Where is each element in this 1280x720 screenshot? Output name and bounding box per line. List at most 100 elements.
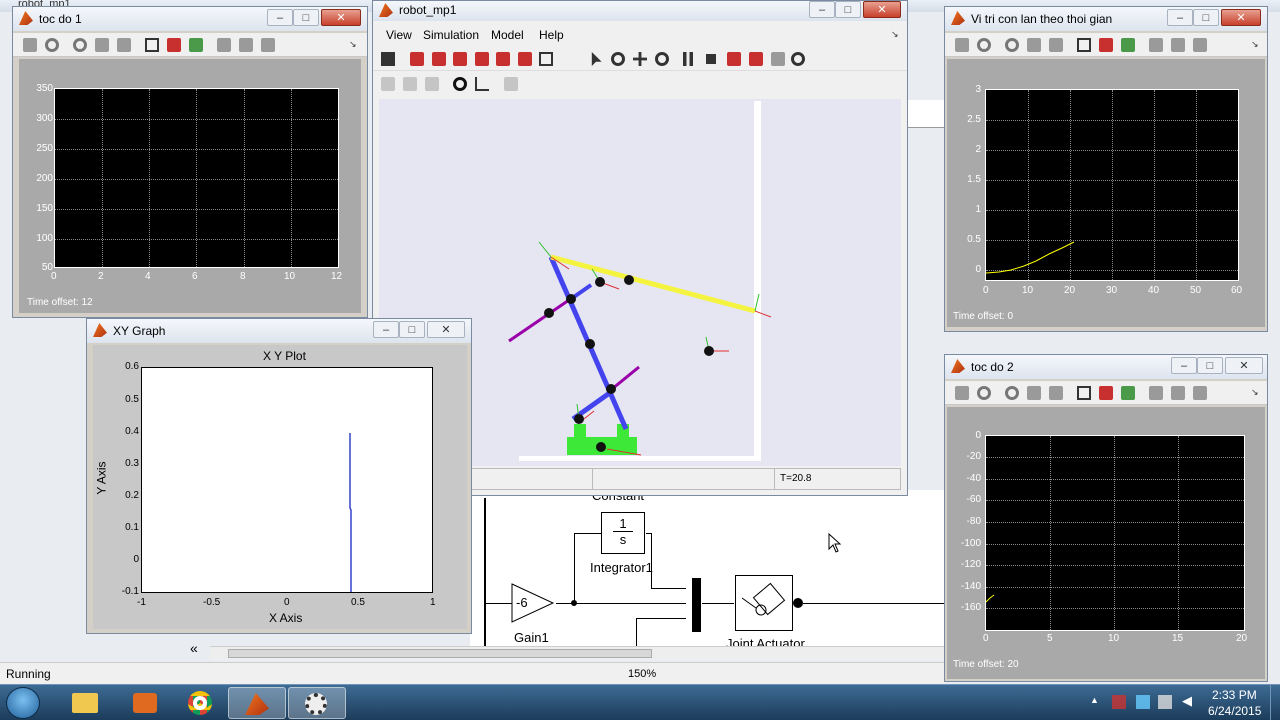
parameters-icon[interactable] xyxy=(45,38,59,52)
camera-icon[interactable] xyxy=(453,77,467,91)
minimize-button[interactable]: – xyxy=(809,1,835,18)
scope3-axes[interactable] xyxy=(985,89,1239,281)
stop-icon[interactable] xyxy=(706,54,716,64)
restore-axes-icon[interactable] xyxy=(1121,386,1135,400)
parameters-icon[interactable] xyxy=(977,38,991,52)
view-top-icon[interactable] xyxy=(496,52,510,66)
zoom-y-icon[interactable] xyxy=(1049,38,1063,52)
scope1-window[interactable]: toc do 1 – □ ✕ ↘ 350 300 250 200 150 100… xyxy=(12,6,368,318)
zoom-y-icon[interactable] xyxy=(117,38,131,52)
scope3-titlebar[interactable]: Vi tri con lan theo thoi gian – □ ✕ xyxy=(945,7,1267,31)
floating-scope-icon[interactable] xyxy=(1149,38,1163,52)
scope2-titlebar[interactable]: toc do 2 – □ ✕ xyxy=(945,355,1267,379)
record-icon[interactable] xyxy=(727,52,741,66)
zoom-x-icon[interactable] xyxy=(1027,38,1041,52)
scroll-bar[interactable] xyxy=(210,646,946,660)
signal-selection-icon[interactable] xyxy=(1193,38,1207,52)
gain-block[interactable]: -6 xyxy=(511,583,555,623)
dock-arrow-icon[interactable]: ↘ xyxy=(1251,39,1259,50)
axes-icon[interactable] xyxy=(475,77,489,91)
maximize-button[interactable]: □ xyxy=(835,1,861,18)
pause-icon[interactable] xyxy=(683,52,693,66)
floating-scope-icon[interactable] xyxy=(217,38,231,52)
print-icon[interactable] xyxy=(955,38,969,52)
pan-icon[interactable] xyxy=(633,52,647,66)
scope1-axes[interactable] xyxy=(54,88,339,268)
taskbar-video-app[interactable] xyxy=(288,687,346,719)
zoom-y-icon[interactable] xyxy=(1049,386,1063,400)
scope3-window[interactable]: Vi tri con lan theo thoi gian – □ ✕ ↘ 3 … xyxy=(944,6,1268,332)
zoom-icon[interactable] xyxy=(655,52,669,66)
minimize-button[interactable]: – xyxy=(373,321,399,338)
taskbar-explorer[interactable] xyxy=(56,687,114,719)
start-button[interactable] xyxy=(6,687,40,719)
minimize-button[interactable]: – xyxy=(1171,357,1197,374)
autoscale-icon[interactable] xyxy=(1077,386,1091,400)
clock-time[interactable]: 2:33 PM xyxy=(1212,688,1257,702)
scope1-titlebar[interactable]: toc do 1 – □ ✕ xyxy=(13,7,367,31)
view-left-icon[interactable] xyxy=(453,52,467,66)
print-icon[interactable] xyxy=(955,386,969,400)
taskbar-chrome[interactable] xyxy=(172,687,230,719)
record2-icon[interactable] xyxy=(749,52,763,66)
maximize-button[interactable]: □ xyxy=(293,9,319,26)
clock-date[interactable]: 6/24/2015 xyxy=(1208,704,1261,718)
lock-icon[interactable] xyxy=(239,38,253,52)
view-iso-icon[interactable] xyxy=(539,52,553,66)
xy-graph-window[interactable]: XY Graph – □ ✕ X Y Plot 0.6 0.5 0.4 0.3 … xyxy=(86,318,472,634)
timer-icon[interactable] xyxy=(791,52,805,66)
robot-titlebar[interactable]: robot_mp1 – □ ✕ xyxy=(373,1,907,21)
close-button[interactable]: ✕ xyxy=(1221,9,1261,26)
scope2-window[interactable]: toc do 2 – □ ✕ ↘ 0 -20 -40 -60 -80 -100 … xyxy=(944,354,1268,682)
close-button[interactable]: ✕ xyxy=(1225,357,1263,374)
maximize-button[interactable]: □ xyxy=(1197,357,1223,374)
mux-block[interactable] xyxy=(692,578,701,632)
lock-icon[interactable] xyxy=(1171,38,1185,52)
view-front-icon[interactable] xyxy=(410,52,424,66)
collapse-button[interactable]: « xyxy=(190,640,198,656)
scope2-axes[interactable] xyxy=(985,435,1245,631)
print-icon[interactable] xyxy=(23,38,37,52)
dock-arrow-icon[interactable]: ↘ xyxy=(349,39,357,50)
settings-icon[interactable] xyxy=(771,52,785,66)
scroll-thumb[interactable] xyxy=(228,649,652,658)
zoom-x-icon[interactable] xyxy=(95,38,109,52)
save-axes-icon[interactable] xyxy=(167,38,181,52)
maximize-button[interactable]: □ xyxy=(1193,9,1219,26)
zoom-icon[interactable] xyxy=(1005,38,1019,52)
tray-network-icon[interactable] xyxy=(1136,695,1150,709)
save-axes-icon[interactable] xyxy=(1099,386,1113,400)
autoscale-icon[interactable] xyxy=(1077,38,1091,52)
signal-selection-icon[interactable] xyxy=(1193,386,1207,400)
menu-view[interactable]: View xyxy=(386,28,412,42)
view-bottom-icon[interactable] xyxy=(518,52,532,66)
minimize-button[interactable]: – xyxy=(1167,9,1193,26)
view-right-icon[interactable] xyxy=(475,52,489,66)
menu-simulation[interactable]: Simulation xyxy=(423,28,479,42)
close-button[interactable]: ✕ xyxy=(321,9,361,26)
maximize-button[interactable]: □ xyxy=(399,321,425,338)
model-canvas[interactable]: -6 Gain1 1 s Integrator1 Constant Joint … xyxy=(470,488,945,660)
autoscale-icon[interactable] xyxy=(145,38,159,52)
minimize-button[interactable]: – xyxy=(267,9,293,26)
select-arrow-icon[interactable] xyxy=(591,52,602,66)
floating-scope-icon[interactable] xyxy=(1149,386,1163,400)
dock-arrow-icon[interactable]: ↘ xyxy=(891,29,899,40)
tray-battery-icon[interactable] xyxy=(1158,695,1172,709)
restore-axes-icon[interactable] xyxy=(189,38,203,52)
save-icon[interactable] xyxy=(381,52,395,66)
close-button[interactable]: ✕ xyxy=(427,321,465,338)
close-button[interactable]: ✕ xyxy=(863,1,901,18)
zoom-x-icon[interactable] xyxy=(1027,386,1041,400)
taskbar-matlab[interactable] xyxy=(228,687,286,719)
signal-selection-icon[interactable] xyxy=(261,38,275,52)
zoom-icon[interactable] xyxy=(1005,386,1019,400)
joint-actuator-block[interactable] xyxy=(735,575,793,631)
view-back-icon[interactable] xyxy=(432,52,446,66)
xy-titlebar[interactable]: XY Graph – □ ✕ xyxy=(87,319,471,343)
show-desktop-button[interactable] xyxy=(1270,685,1280,720)
integrator-block[interactable]: 1 s xyxy=(601,512,645,554)
taskbar-media-player[interactable] xyxy=(116,687,174,719)
menu-model[interactable]: Model xyxy=(491,28,524,42)
xy-axes[interactable] xyxy=(141,367,433,593)
